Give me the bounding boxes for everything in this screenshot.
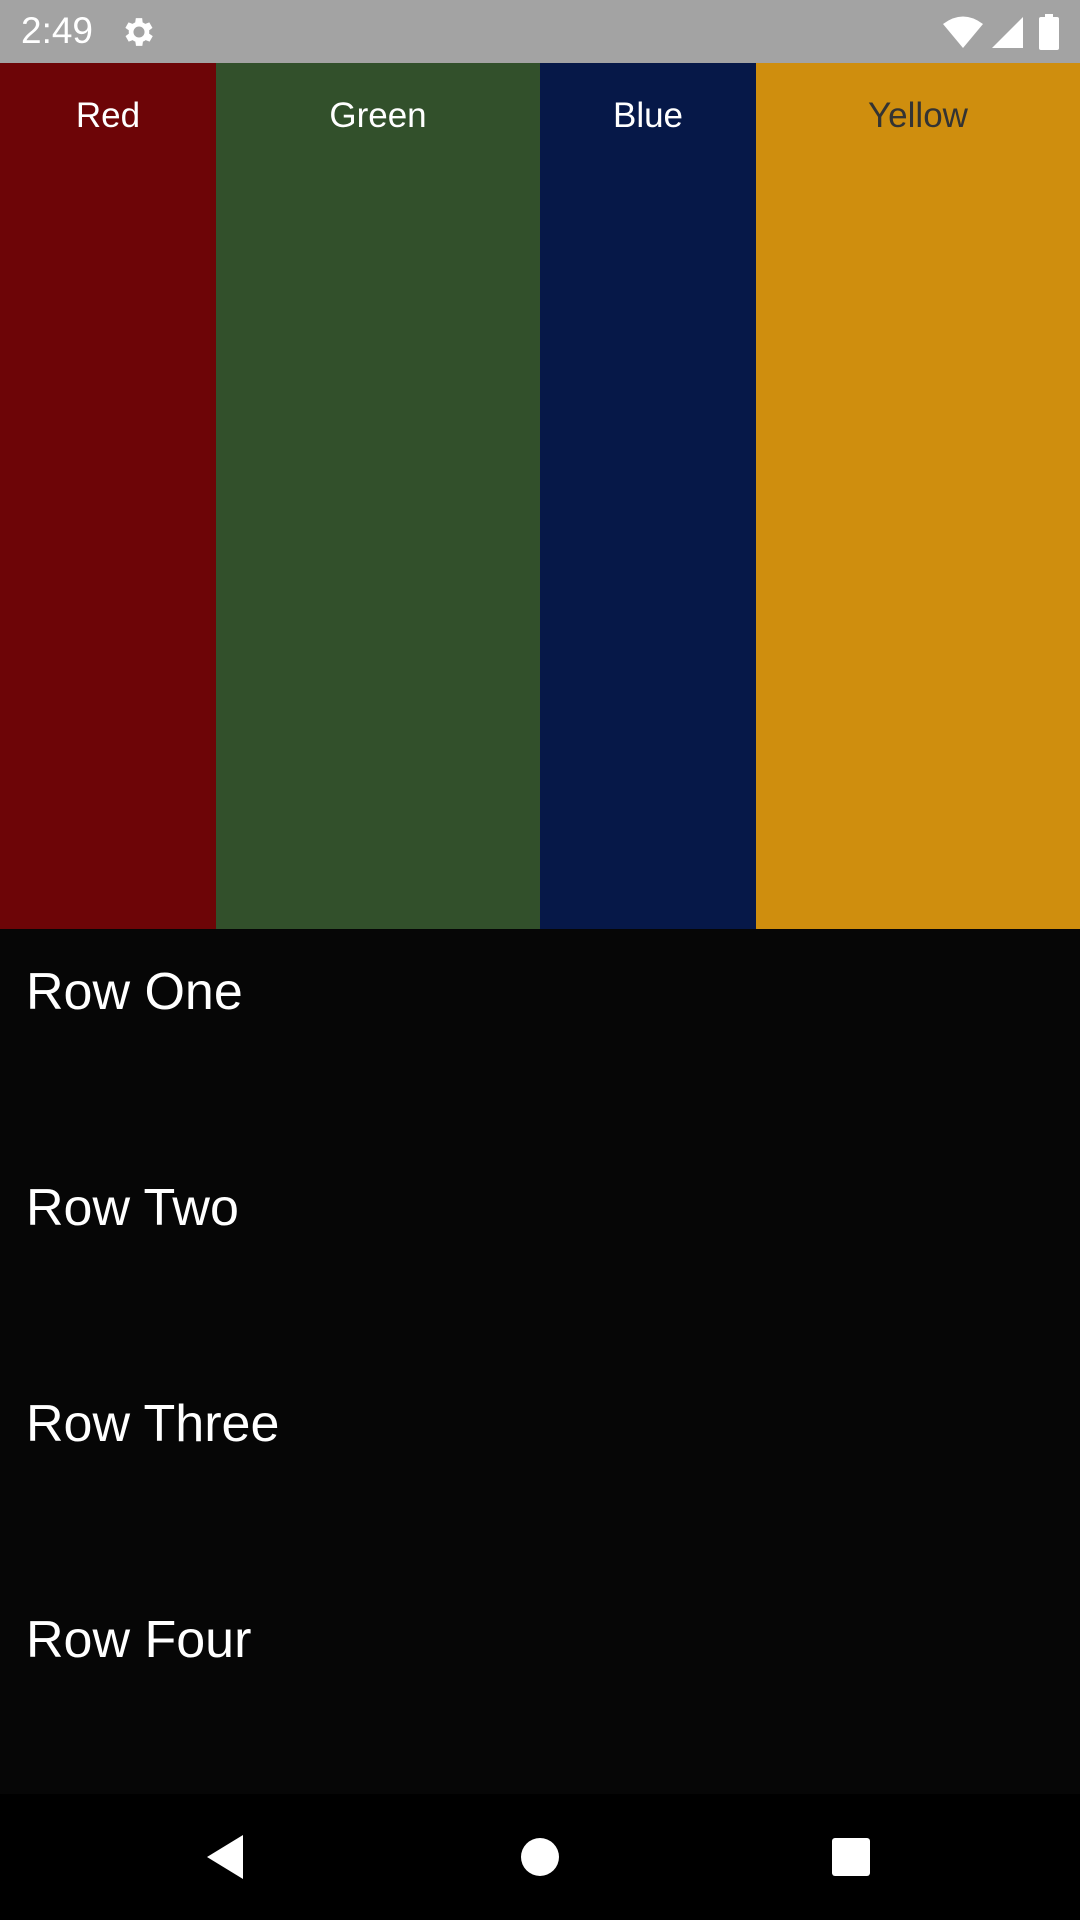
column-label: Blue [612, 96, 684, 135]
battery-icon [1038, 14, 1060, 50]
wifi-icon [942, 15, 984, 49]
app-screen: 2:49 Red Green Blue Yellow Row One Row T… [0, 0, 1080, 1920]
row-label: Row One [26, 963, 243, 1021]
status-bar: 2:49 [0, 0, 1080, 63]
back-triangle-icon [207, 1835, 243, 1879]
row-three: Row Three [0, 1361, 1080, 1577]
column-label: Green [329, 96, 427, 135]
row-label: Row Three [26, 1395, 280, 1453]
status-icons [942, 13, 1060, 51]
column-red: Red [0, 63, 216, 929]
rows-list: Row One Row Two Row Three Row Four [0, 929, 1080, 1794]
navigation-bar [0, 1794, 1080, 1920]
settings-gear-icon [120, 13, 158, 51]
column-label: Yellow [868, 96, 968, 135]
row-label: Row Four [26, 1611, 252, 1669]
column-green: Green [216, 63, 540, 929]
row-two: Row Two [0, 1145, 1080, 1361]
column-yellow: Yellow [756, 63, 1080, 929]
color-columns: Red Green Blue Yellow [0, 63, 1080, 929]
row-label: Row Two [26, 1179, 239, 1237]
home-button[interactable] [507, 1824, 573, 1890]
back-button[interactable] [192, 1824, 258, 1890]
home-circle-icon [521, 1838, 559, 1876]
status-time: 2:49 [21, 10, 94, 51]
column-label: Red [75, 96, 141, 135]
row-one: Row One [0, 929, 1080, 1145]
recents-square-icon [832, 1838, 870, 1876]
row-four: Row Four [0, 1577, 1080, 1793]
recents-button[interactable] [818, 1824, 884, 1890]
cell-signal-icon [990, 15, 1024, 49]
column-blue: Blue [540, 63, 756, 929]
